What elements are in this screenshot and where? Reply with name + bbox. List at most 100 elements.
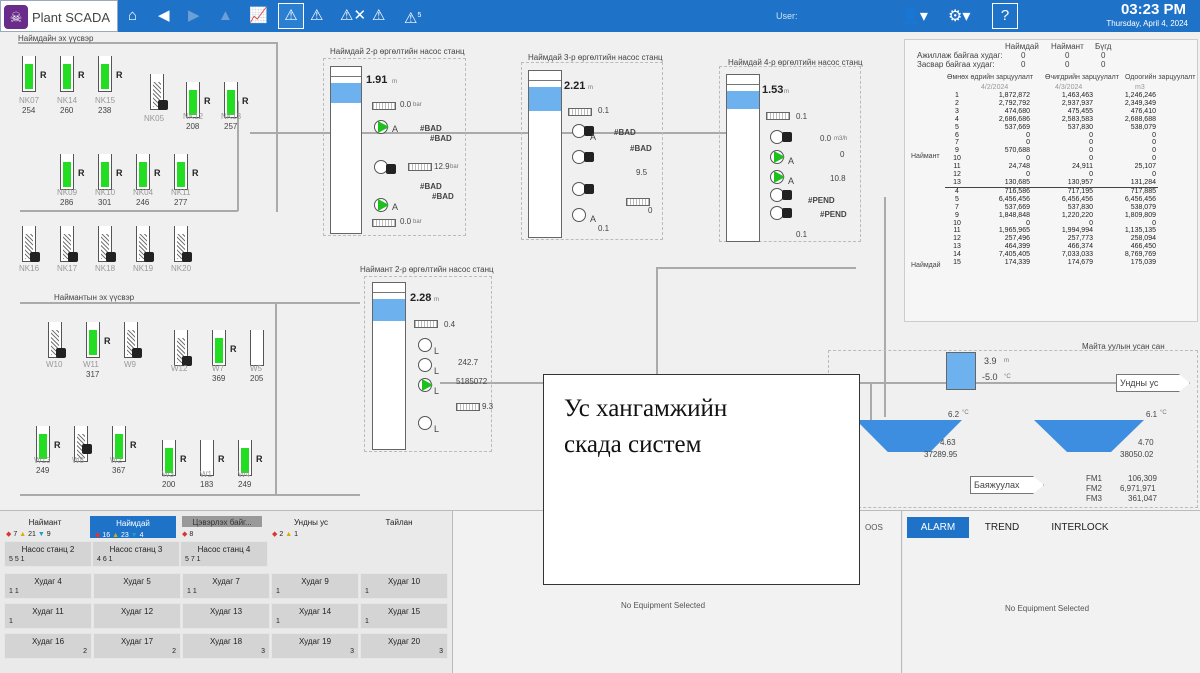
no-equipment-message: No Equipment Selected <box>621 601 706 610</box>
tab-report[interactable]: Тайлан <box>356 516 442 538</box>
card-label: Худаг 19 <box>298 637 332 646</box>
pressure-gauge <box>626 198 650 206</box>
alarm-filter-icon[interactable]: ⚠ <box>372 6 385 26</box>
table-row: 12 257,496 257,773 258,094 <box>945 235 1158 243</box>
well-name: W4 <box>238 470 250 479</box>
tab-naimant[interactable]: Наймант ◆ 7 ▲ 21 ▼ 9 <box>2 516 88 538</box>
equipment-card[interactable]: Насос станц 4 5 7 1 <box>180 541 268 567</box>
equipment-card[interactable]: Худаг 18 3 <box>182 633 270 659</box>
equipment-card[interactable]: Худаг 4 1 1 <box>4 573 92 599</box>
equipment-card[interactable]: Худаг 5 <box>93 573 181 599</box>
pump-icon[interactable] <box>572 208 586 222</box>
station-w2-total: 5185072 <box>456 377 488 386</box>
lock-icon <box>30 252 40 262</box>
user-menu-icon[interactable]: 👤▾ <box>900 6 928 26</box>
station-w2-level: 2.28 <box>410 292 432 304</box>
pump-icon[interactable] <box>418 338 432 352</box>
unit-label: m <box>784 89 789 95</box>
clock-date: Thursday, April 4, 2024 <box>1106 19 1188 28</box>
unit-label: m <box>392 79 397 85</box>
station-2-title: Наймдай 2-р өргөлтийн насос станц <box>330 47 465 56</box>
flowmeter-2-value: 6,971,971 <box>1120 484 1156 493</box>
equipment-card[interactable]: Худаг 12 <box>93 603 181 629</box>
station-2-tank[interactable] <box>330 66 362 234</box>
table-cell: 0 <box>1152 139 1156 147</box>
table-row: 11 1,965,965 1,994,994 1,135,135 <box>945 227 1158 235</box>
well-hours: 246 <box>136 198 150 207</box>
table-cell: 474,680 <box>1004 107 1030 115</box>
tab-interlock[interactable]: INTERLOCK <box>1037 517 1123 538</box>
forward-arrow-icon[interactable]: ▶ <box>188 6 200 26</box>
remote-mode-label: R <box>180 454 187 464</box>
reservoir-temp-2: 6.1 <box>1146 410 1158 419</box>
tab-trend[interactable]: TREND <box>971 517 1033 538</box>
table-cell: 7 <box>955 139 959 147</box>
card-count: 3 <box>350 648 354 655</box>
reservoir-volume-2: 38050.02 <box>1120 450 1154 459</box>
equipment-card[interactable]: Насос станц 2 5 5 1 <box>4 541 92 567</box>
table-cell: 7,405,405 <box>998 251 1030 259</box>
station-3-pressure-1: 0.1 <box>598 106 610 115</box>
equipment-card[interactable]: Худаг 13 <box>182 603 270 629</box>
table-cell: 2,792,792 <box>998 99 1030 107</box>
st2-bad-value: #BAD <box>432 192 454 201</box>
trend-chart-icon[interactable]: 📈 <box>249 6 268 26</box>
tab-treatment[interactable]: Цэвэрлэх байг... ◆ 8 <box>178 516 266 538</box>
tab-potable-water[interactable]: Ундны ус ◆ 2 ▲ 1 <box>268 516 354 538</box>
equipment-card[interactable]: Насос станц 3 4 6 1 <box>92 541 180 567</box>
tab-alarm[interactable]: ALARM <box>907 517 969 538</box>
station-4-pressure-1: 0.1 <box>796 112 808 121</box>
up-arrow-icon[interactable]: ▲ <box>218 6 233 26</box>
help-button[interactable]: ? <box>992 3 1018 29</box>
table-cell: 11 <box>953 163 961 171</box>
equipment-card[interactable]: Худаг 15 1 <box>360 603 448 629</box>
tab-naimdai[interactable]: Наймдай ◆ 16 ▲ 23 ▼ 4 <box>90 516 176 539</box>
pump-icon[interactable] <box>418 416 432 430</box>
back-arrow-icon[interactable]: ◀ <box>158 6 170 26</box>
station-4-tank[interactable] <box>726 74 760 242</box>
well-hours: 208 <box>186 122 200 131</box>
alarm-list-button[interactable]: ⚠ <box>278 3 304 29</box>
alarm-count-icon[interactable]: ⚠5 <box>404 6 421 27</box>
remote-mode-label: R <box>204 96 211 106</box>
well-hours: 200 <box>162 480 176 489</box>
table-row: 9 570,688 0 0 <box>945 147 1158 155</box>
well-name: W13 <box>34 456 51 465</box>
table-cell: 12 <box>953 171 961 179</box>
table-cell: 537,669 <box>1004 203 1030 211</box>
table-cell: 7 <box>955 203 959 211</box>
alarm-clear-icon[interactable]: ⚠✕ <box>340 6 366 26</box>
remote-mode-label: R <box>116 70 123 80</box>
well-tank <box>60 154 74 190</box>
col-header: Өчигдрийн зарцуулалт <box>1045 74 1119 81</box>
equipment-card[interactable]: Худаг 14 1 <box>271 603 359 629</box>
table-cell: 1,220,220 <box>1061 211 1093 219</box>
app-logo[interactable]: ☠ Plant SCADA <box>0 0 118 32</box>
table-cell: 2 <box>955 99 959 107</box>
equipment-card[interactable]: Худаг 17 2 <box>93 633 181 659</box>
lock-icon <box>782 132 792 142</box>
station-w2-tank[interactable] <box>372 282 406 450</box>
equipment-card[interactable]: Худаг 11 1 <box>4 603 92 629</box>
table-cell: 2,937,937 <box>1061 99 1093 107</box>
well-group-title-w: Наймантын эх үүсвэр <box>54 293 135 302</box>
equipment-card[interactable]: Худаг 16 2 <box>4 633 92 659</box>
pump-icon[interactable] <box>418 358 432 372</box>
station-2-pressure-3: 0.0 <box>400 217 412 226</box>
pump-mode-label: L <box>434 386 440 396</box>
station-3-tank[interactable] <box>528 70 562 238</box>
equipment-card[interactable]: Худаг 7 1 1 <box>182 573 270 599</box>
station-w2-pressure-1: 0.4 <box>444 320 456 329</box>
alarm-info-icon[interactable]: ⚠ <box>310 6 323 26</box>
equipment-card[interactable]: Худаг 9 1 <box>271 573 359 599</box>
settings-gear-icon[interactable]: ⚙▾ <box>948 6 970 26</box>
remote-mode-label: R <box>54 440 61 450</box>
card-status: 1 <box>276 588 280 595</box>
reservoir-level-tank[interactable] <box>946 352 976 390</box>
equipment-card[interactable]: Худаг 19 3 <box>271 633 359 659</box>
equipment-card[interactable]: Худаг 20 3 <box>360 633 448 659</box>
well-name: NK09 <box>57 188 78 197</box>
card-label: Худаг 11 <box>32 607 64 616</box>
equipment-card[interactable]: Худаг 10 1 <box>360 573 448 599</box>
home-icon[interactable]: ⌂ <box>128 6 137 26</box>
